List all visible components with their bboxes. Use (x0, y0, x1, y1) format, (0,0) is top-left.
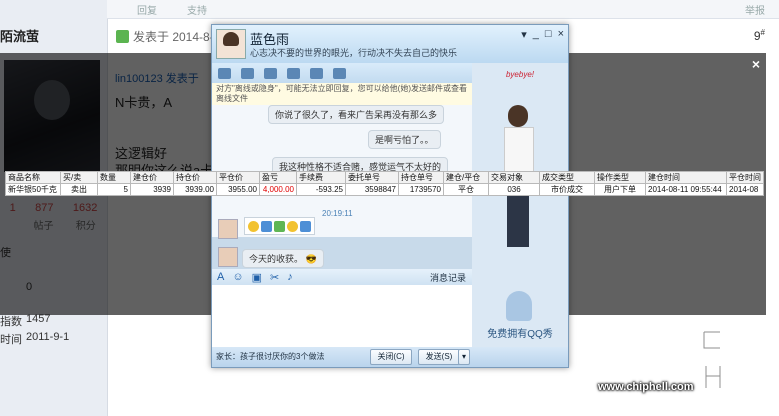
folder-icon[interactable] (264, 67, 277, 79)
minimize-icon[interactable]: _ (533, 28, 539, 41)
table-cell: 卖出 (60, 183, 98, 196)
floor-number[interactable]: 9# (754, 28, 765, 43)
table-cell: 新华银50千克 (5, 183, 61, 196)
table-cell: 用户下单 (594, 183, 646, 196)
table-cell: 市价成交 (539, 183, 595, 196)
column-header: 商品名称 (5, 171, 61, 184)
screen-icon[interactable] (287, 67, 300, 79)
emoji-message (244, 217, 315, 235)
qq-show-placeholder-icon (506, 291, 532, 321)
qq-chat-window: 蓝色雨 心志决不要的世界的眼光，行动决不失去自己的快乐 ▾ _ □ × 对方"离… (211, 24, 569, 368)
ad-link[interactable]: 家长：孩子很讨厌你的3个做法 (216, 351, 324, 362)
column-header: 平仓时间 (726, 171, 764, 184)
support-link[interactable]: 支持 (187, 2, 207, 17)
contact-avatar[interactable] (216, 29, 246, 59)
contact-signature: 心志决不要的世界的眼光，行动决不失去自己的快乐 (250, 48, 458, 58)
profit-loss-cell: 4,000.00 (259, 183, 297, 196)
username[interactable]: 陌流萤 (0, 26, 39, 45)
menu-icon[interactable]: ▾ (521, 28, 527, 41)
sticker-icon (300, 220, 311, 232)
report-link[interactable]: 举报 (745, 2, 765, 17)
sticker-icon (274, 220, 285, 232)
offline-notice: 对方"离线或隐身"，可能无法立即回复，您可以给他(她)发送邮件或查看离线文件 (212, 83, 472, 105)
table-cell: 3939.00 (173, 183, 217, 196)
column-header: 委托单号 (345, 171, 399, 184)
column-header: 平仓价 (216, 171, 260, 184)
post-action-bar: 回复 支持 举报 (107, 0, 779, 19)
table-cell: 3955.00 (216, 183, 260, 196)
column-header: 建仓/平仓 (443, 171, 489, 184)
table-cell: 3939 (130, 183, 174, 196)
image-icon[interactable]: ▣ (252, 271, 262, 284)
column-header: 持仓单号 (398, 171, 444, 184)
chat-time: 20:19:11 (322, 209, 353, 218)
sender-avatar[interactable] (218, 247, 238, 267)
window-controls: ▾ _ □ × (521, 28, 564, 41)
screenshot-icon[interactable]: ✂ (270, 271, 279, 284)
send-button[interactable]: 发送(S) (418, 349, 460, 365)
smile-icon (287, 220, 298, 232)
column-header: 手续费 (296, 171, 346, 184)
chat-bubble: 你说了很久了，看来广告呆再没有那么多 (268, 105, 445, 124)
qq-header: 蓝色雨 心志决不要的世界的眼光，行动决不失去自己的快乐 ▾ _ □ × (212, 25, 568, 63)
free-show-link[interactable]: 免费拥有QQ秀 (472, 325, 568, 340)
profile-row: 指数 1457 (0, 313, 51, 328)
voice-icon[interactable]: ♪ (287, 271, 293, 283)
chat-bubble: 是啊亏怕了。。 (368, 130, 441, 149)
table-cell: 1739570 (398, 183, 444, 196)
apps-icon[interactable] (310, 67, 323, 79)
table-cell: 2014-08-11 09:55:44 (645, 183, 727, 196)
smile-icon (248, 220, 259, 232)
close-icon[interactable]: × (558, 28, 564, 41)
column-header: 交易对象 (488, 171, 540, 184)
table-cell: 平仓 (443, 183, 489, 196)
watermark-url: www.chiphell.com (598, 381, 694, 393)
qq-show-panel: byebye! 免费拥有QQ秀 (472, 63, 568, 347)
column-header: 买/卖 (60, 171, 98, 184)
mic-icon[interactable] (241, 67, 254, 79)
column-header: 盈亏 (259, 171, 297, 184)
location-icon[interactable] (218, 67, 231, 79)
table-row[interactable]: 新华银50千克 卖出 5 3939 3939.00 3955.00 4,000.… (5, 183, 764, 196)
message-input[interactable] (212, 285, 472, 347)
column-header: 成交类型 (539, 171, 595, 184)
column-header: 数量 (97, 171, 131, 184)
table-cell: -593.25 (296, 183, 346, 196)
post-meta: 发表于 2014-8-11 (116, 28, 226, 45)
history-link[interactable]: 消息记录 (430, 271, 466, 284)
emoji-icon[interactable]: ☺ (232, 271, 243, 283)
table-cell: 3598847 (345, 183, 399, 196)
grid-icon[interactable] (333, 67, 346, 79)
table-cell: 2014-08 (726, 183, 764, 196)
table-cell: 5 (97, 183, 131, 196)
reply-link[interactable]: 回复 (137, 2, 157, 17)
column-header: 操作类型 (594, 171, 646, 184)
table-header-row: 商品名称 买/卖 数量 建仓价 持仓价 平仓价 盈亏 手续费 委托单号 持仓单号… (5, 171, 764, 184)
sticker-icon (261, 220, 272, 232)
table-cell: 036 (488, 183, 540, 196)
close-icon[interactable]: × (752, 56, 760, 72)
send-options-icon[interactable]: ▾ (458, 349, 470, 365)
font-icon[interactable]: A (217, 271, 224, 283)
show-banner: byebye! (505, 70, 535, 79)
maximize-icon[interactable]: □ (545, 28, 552, 41)
profile-row: 时间 2011-9-1 (0, 331, 70, 346)
column-header: 建仓时间 (645, 171, 727, 184)
close-button[interactable]: 关闭(C) (370, 349, 412, 365)
format-toolbar: A ☺ ▣ ✂ ♪ 消息记录 (212, 269, 472, 285)
online-icon (116, 30, 129, 43)
sender-avatar[interactable] (218, 219, 238, 239)
chat-bubble: 今天的收获。 😎 (242, 249, 324, 268)
qq-footer: 家长：孩子很讨厌你的3个做法 关闭(C) 发送(S) ▾ (212, 347, 568, 367)
trade-record-table: 商品名称 买/卖 数量 建仓价 持仓价 平仓价 盈亏 手续费 委托单号 持仓单号… (5, 171, 764, 196)
chiphell-logo-icon (702, 326, 774, 390)
column-header: 持仓价 (173, 171, 217, 184)
column-header: 建仓价 (130, 171, 174, 184)
